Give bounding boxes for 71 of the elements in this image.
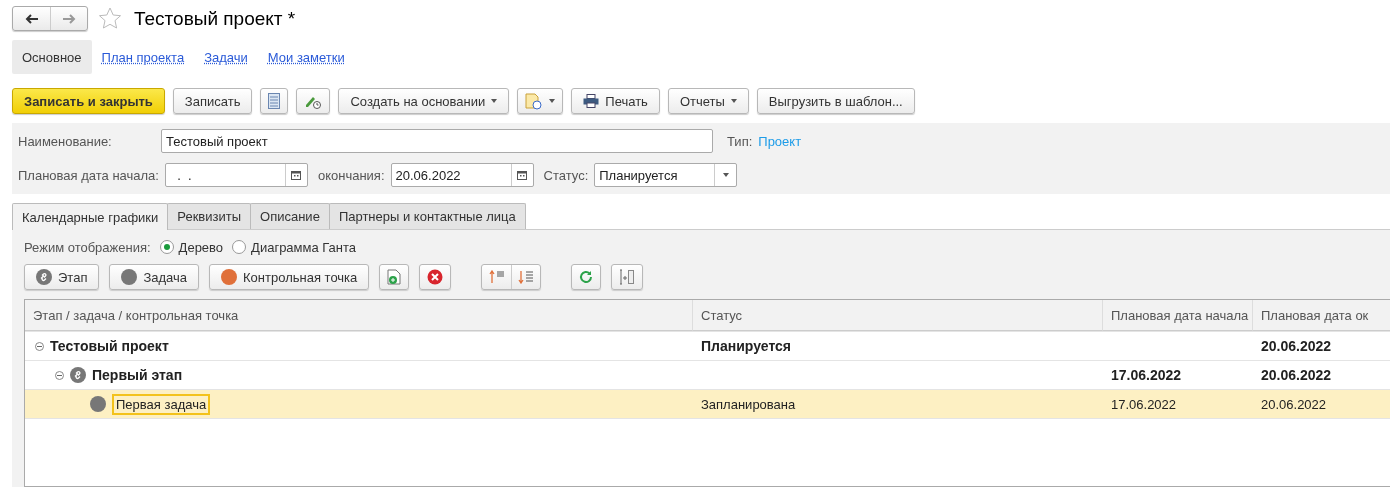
status-text: Запланирована (701, 396, 796, 412)
name-field[interactable]: Тестовый проект (161, 129, 713, 153)
date-text: 17.06.2022 (1111, 396, 1177, 412)
section-link[interactable]: План проекта (91, 40, 195, 74)
back-arrow-icon (24, 13, 39, 24)
date-text: 17.06.2022 (1111, 367, 1182, 383)
tab[interactable]: Партнеры и контактные лица (328, 203, 526, 229)
calendar-icon (517, 170, 528, 180)
status-select[interactable]: Планируется (594, 163, 738, 187)
radio-label: Диаграмма Ганта (251, 239, 357, 255)
calendar-icon (291, 170, 302, 180)
document-plus-icon (387, 269, 402, 285)
save-close-button[interactable]: Записать и закрыть (12, 88, 165, 114)
edit-history-button[interactable] (296, 88, 331, 114)
reports-button[interactable]: Отчеты (667, 88, 749, 114)
status-text: Планируется (701, 338, 791, 354)
column-header[interactable]: Плановая дата начала (1103, 300, 1253, 331)
tree-item-name: Первый этап (92, 367, 183, 383)
radio-button[interactable] (232, 240, 247, 254)
column-header[interactable]: Плановая дата ок (1253, 300, 1390, 331)
document-list-icon (268, 93, 281, 109)
columns-button[interactable] (611, 264, 644, 290)
column-header[interactable]: Этап / задача / контрольная точка (25, 300, 693, 331)
tab[interactable]: Реквизиты (167, 203, 252, 229)
tree-item-name: Первая задача (112, 393, 211, 415)
window-title: Тестовый проект * (134, 7, 296, 30)
sort-down-icon (518, 270, 535, 284)
field-label: окончания: (317, 167, 385, 183)
document-menu-button[interactable] (517, 88, 564, 114)
mode-label: Режим отображения: (24, 239, 151, 255)
delete-icon (427, 269, 444, 285)
section-link[interactable]: Задачи (194, 40, 258, 74)
column-header[interactable]: Статус (693, 300, 1103, 331)
field-label: Наименование: (18, 133, 113, 149)
date-text: 20.06.2022 (1261, 367, 1332, 383)
add-task-button[interactable]: Задача (109, 264, 200, 290)
tab[interactable]: Календарные графики (12, 203, 169, 230)
section-link[interactable]: Основное (12, 40, 92, 74)
date-text: 20.06.2022 (1261, 396, 1327, 412)
radio-label: Дерево (178, 239, 224, 255)
end-date-field[interactable]: 20.06.2022 (390, 163, 534, 187)
forward-arrow-icon (62, 13, 76, 24)
dot-icon (221, 269, 238, 285)
document-clock-icon (525, 92, 544, 110)
tree-row[interactable]: Первая задача Запланирована 17.06.2022 20.06.2022 (25, 390, 1390, 419)
start-date-field[interactable]: . . (164, 163, 308, 187)
add-stage-button[interactable]: Этап (24, 264, 100, 290)
task-dot-icon (90, 396, 106, 412)
create-based-on-button[interactable]: Создать на основании (338, 88, 510, 114)
add-button[interactable] (379, 264, 410, 290)
sort-up-icon (488, 270, 505, 284)
field-label: Статус: (543, 167, 589, 183)
tree-item-name: Тестовый проект (50, 338, 169, 354)
add-milestone-button[interactable]: Контрольная точка (209, 264, 370, 290)
radio-button[interactable] (159, 240, 174, 254)
star-icon[interactable] (98, 7, 122, 30)
column-settings-icon (619, 269, 636, 285)
delete-button[interactable] (419, 264, 452, 290)
field-label: Плановая дата начала: (18, 167, 159, 183)
date-text: 20.06.2022 (1261, 338, 1332, 354)
save-button[interactable]: Записать (172, 88, 253, 114)
refresh-button[interactable] (571, 264, 602, 290)
print-button[interactable]: Печать (571, 88, 660, 114)
section-link[interactable]: Мои заметки (257, 40, 355, 74)
field-label: Тип: (727, 133, 753, 149)
tab[interactable]: Описание (250, 203, 330, 229)
refresh-icon (579, 270, 594, 284)
dot-icon (121, 269, 138, 285)
list-button[interactable] (260, 88, 289, 114)
export-template-button[interactable]: Выгрузить в шаблон... (756, 88, 915, 114)
printer-icon (583, 94, 600, 108)
